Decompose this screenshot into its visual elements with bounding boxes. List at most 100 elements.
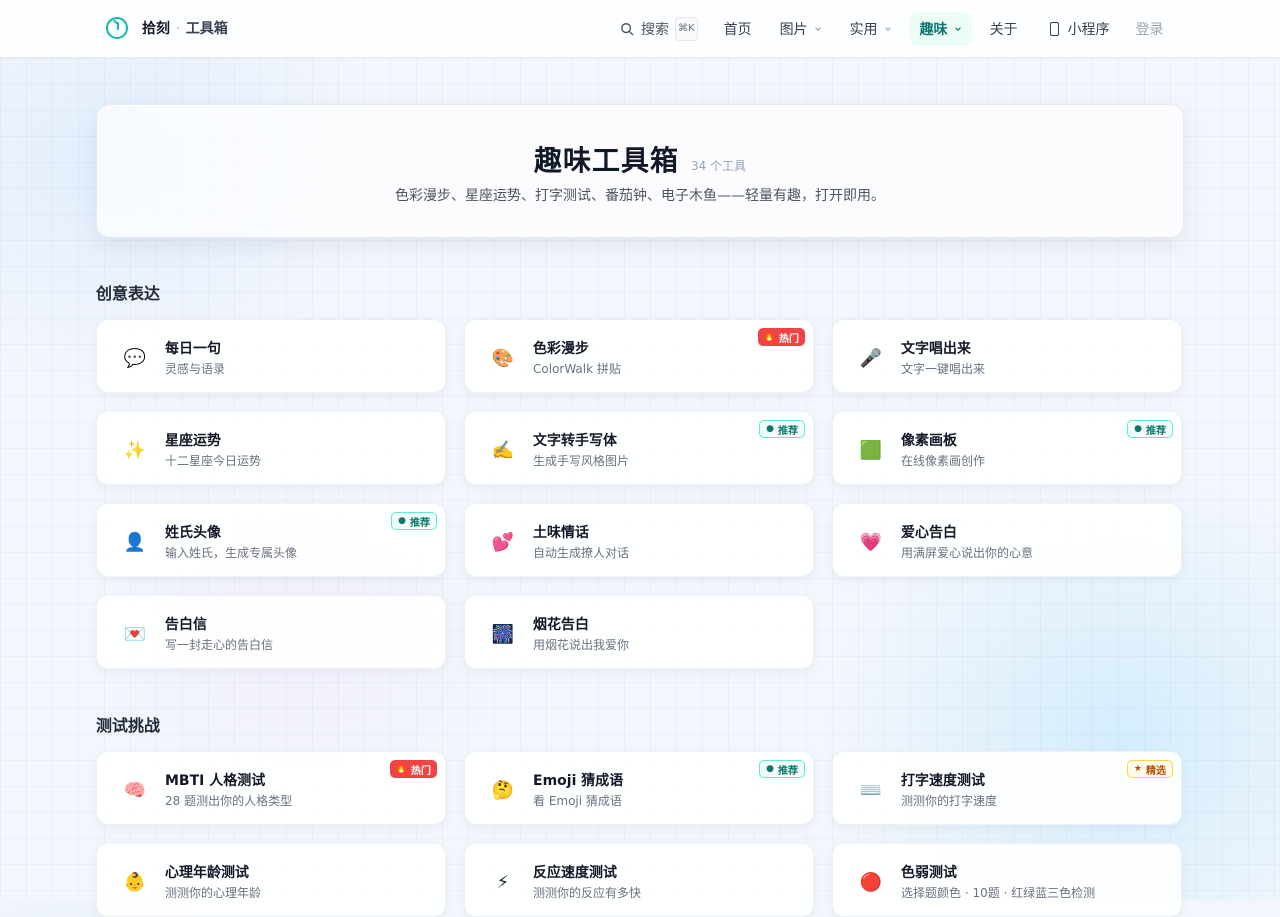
miniprogram-label: 小程序 bbox=[1067, 21, 1110, 38]
card-subtitle: 测测你的心理年龄 bbox=[165, 886, 262, 900]
phone-icon bbox=[1049, 21, 1059, 36]
nav-item-home[interactable]: 首页 bbox=[714, 12, 762, 46]
love-letter-icon: 💌 bbox=[123, 623, 147, 645]
card-title: 姓氏头像 bbox=[165, 525, 221, 541]
featured-badge: ★ 精选 bbox=[1126, 760, 1173, 778]
brand-separator: · bbox=[176, 21, 180, 35]
card-title: 每日一句 bbox=[165, 341, 221, 357]
card-title: 烟花告白 bbox=[533, 617, 589, 633]
nav-item-label: 首页 bbox=[723, 21, 752, 38]
tool-card-mbti[interactable]: 🧠 MBTI 人格测试 28 题测出你的人格类型 🔥 热门 bbox=[96, 751, 446, 825]
two-hearts-icon: 💕 bbox=[491, 531, 515, 553]
badge-label: 推荐 bbox=[778, 425, 798, 437]
clock-logo-icon bbox=[106, 17, 128, 39]
brand[interactable]: 拾刻 · 工具箱 bbox=[106, 14, 228, 42]
fire-icon: 🔥 bbox=[763, 332, 775, 342]
tool-card-horoscope[interactable]: ✨ 星座运势 十二星座今日运势 bbox=[96, 411, 446, 485]
recommend-badge: ● 推荐 bbox=[759, 420, 805, 438]
sparkles-icon: ✨ bbox=[123, 439, 147, 461]
hero-banner: 趣味工具箱 34 个工具 色彩漫步、星座运势、打字测试、番茄钟、电子木鱼——轻量… bbox=[96, 104, 1184, 238]
tool-card-heart-confession[interactable]: 💗 爱心告白 用满屏爱心说出你的心意 bbox=[832, 503, 1182, 577]
dot-icon: ● bbox=[1134, 424, 1142, 434]
brain-icon: 🧠 bbox=[123, 779, 147, 801]
chevron-down-icon bbox=[954, 26, 961, 31]
tool-card-typing-speed[interactable]: ⌨️ 打字速度测试 测测你的打字速度 ★ 精选 bbox=[832, 751, 1182, 825]
miniprogram-button[interactable]: 小程序 bbox=[1040, 12, 1120, 46]
tool-card-color-blind[interactable]: 🔴 色弱测试 选择题颜色 · 10题 · 红绿蓝三色检测 bbox=[832, 843, 1182, 917]
page-title: 趣味工具箱 bbox=[533, 144, 679, 177]
tool-card-handwriting[interactable]: ✍️ 文字转手写体 生成手写风格图片 ● 推荐 bbox=[464, 411, 814, 485]
card-title: 爱心告白 bbox=[901, 525, 957, 541]
tool-card-mental-age[interactable]: 👶 心理年龄测试 测测你的心理年龄 bbox=[96, 843, 446, 917]
section-title-creative: 创意表达 bbox=[96, 284, 161, 303]
card-title: 心理年龄测试 bbox=[165, 865, 249, 881]
page-description: 色彩漫步、星座运势、打字测试、番茄钟、电子木鱼——轻量有趣，打开即用。 bbox=[395, 188, 885, 204]
badge-label: 推荐 bbox=[778, 765, 798, 777]
nav-item-label: 图片 bbox=[779, 21, 808, 38]
tool-card-daily-quote[interactable]: 💬 每日一句 灵感与语录 bbox=[96, 319, 446, 393]
card-subtitle: ColorWalk 拼贴 bbox=[533, 362, 621, 376]
card-title: 土味情话 bbox=[533, 525, 589, 541]
badge-label: 热门 bbox=[411, 765, 431, 777]
search-icon bbox=[621, 22, 634, 35]
card-title: 像素画板 bbox=[901, 433, 957, 449]
nav-item-label: 关于 bbox=[989, 21, 1018, 38]
tool-count: 34 个工具 bbox=[690, 159, 747, 173]
search-button[interactable]: 搜索 ⌘K bbox=[620, 16, 698, 41]
nav-item-fun[interactable]: 趣味 bbox=[909, 11, 972, 46]
card-title: 色彩漫步 bbox=[533, 341, 589, 357]
login-link[interactable]: 登录 bbox=[1136, 19, 1164, 39]
fireworks-icon: 🎆 bbox=[491, 623, 515, 645]
card-title: 色弱测试 bbox=[901, 865, 957, 881]
top-navbar: 拾刻 · 工具箱 搜索 ⌘K 首页 图片 实用 趣味 关于 小程序 登录 bbox=[0, 0, 1280, 58]
tool-card-fireworks[interactable]: 🎆 烟花告白 用烟花说出我爱你 bbox=[464, 595, 814, 669]
chevron-down-icon bbox=[814, 26, 821, 31]
card-subtitle: 文字一键唱出来 bbox=[901, 362, 986, 376]
dot-icon: ● bbox=[766, 764, 774, 774]
card-title: 告白信 bbox=[165, 617, 207, 633]
person-silhouette-icon: 👤 bbox=[123, 531, 147, 553]
nav-item-label: 趣味 bbox=[919, 21, 948, 38]
thinking-face-icon: 🤔 bbox=[491, 779, 515, 801]
nav-item-utility[interactable]: 实用 bbox=[840, 12, 902, 46]
microphone-icon: 🎤 bbox=[859, 347, 883, 369]
nav-item-images[interactable]: 图片 bbox=[770, 12, 832, 46]
card-title: 打字速度测试 bbox=[901, 773, 985, 789]
tool-card-sing-text[interactable]: 🎤 文字唱出来 文字一键唱出来 bbox=[832, 319, 1182, 393]
keyboard-icon: ⌨️ bbox=[859, 779, 883, 801]
card-subtitle: 用烟花说出我爱你 bbox=[533, 638, 630, 652]
dot-icon: ● bbox=[398, 516, 406, 526]
tool-card-emoji-idiom[interactable]: 🤔 Emoji 猜成语 看 Emoji 猜成语 ● 推荐 bbox=[464, 751, 814, 825]
nav-item-about[interactable]: 关于 bbox=[980, 12, 1028, 46]
nav-item-label: 实用 bbox=[849, 21, 878, 38]
hot-badge: 🔥 热门 bbox=[757, 328, 805, 346]
recommend-badge: ● 推荐 bbox=[391, 512, 437, 530]
search-shortcut: ⌘K bbox=[675, 16, 698, 41]
green-square-icon: 🟩 bbox=[859, 439, 883, 461]
tool-card-cheesy-lines[interactable]: 💕 土味情话 自动生成撩人对话 bbox=[464, 503, 814, 577]
card-subtitle: 写一封走心的告白信 bbox=[165, 638, 274, 652]
search-label: 搜索 bbox=[641, 21, 669, 38]
tool-card-love-letter[interactable]: 💌 告白信 写一封走心的告白信 bbox=[96, 595, 446, 669]
badge-label: 精选 bbox=[1146, 765, 1166, 777]
card-subtitle: 用满屏爱心说出你的心意 bbox=[901, 546, 1034, 560]
writing-hand-icon: ✍️ bbox=[491, 439, 515, 461]
section-title-tests: 测试挑战 bbox=[96, 716, 161, 735]
tool-card-pixel-board[interactable]: 🟩 像素画板 在线像素画创作 ● 推荐 bbox=[832, 411, 1182, 485]
card-subtitle: 输入姓氏，生成专属头像 bbox=[165, 546, 298, 560]
palette-icon: 🎨 bbox=[491, 347, 515, 369]
card-subtitle: 生成手写风格图片 bbox=[533, 454, 630, 468]
tool-card-reaction-speed[interactable]: ⚡ 反应速度测试 测测你的反应有多快 bbox=[464, 843, 814, 917]
tool-card-surname-avatar[interactable]: 👤 姓氏头像 输入姓氏，生成专属头像 ● 推荐 bbox=[96, 503, 446, 577]
hot-badge: 🔥 热门 bbox=[389, 760, 437, 778]
badge-label: 热门 bbox=[779, 333, 799, 345]
star-icon: ★ bbox=[1133, 764, 1142, 774]
brand-name: 拾刻 bbox=[142, 21, 170, 37]
card-title: 反应速度测试 bbox=[533, 865, 617, 881]
fire-icon: 🔥 bbox=[395, 764, 407, 774]
card-subtitle: 在线像素画创作 bbox=[901, 454, 986, 468]
tool-card-colorwalk[interactable]: 🎨 色彩漫步 ColorWalk 拼贴 🔥 热门 bbox=[464, 319, 814, 393]
card-subtitle: 十二星座今日运势 bbox=[165, 454, 262, 468]
card-subtitle: 灵感与语录 bbox=[165, 362, 226, 376]
recommend-badge: ● 推荐 bbox=[759, 760, 805, 778]
